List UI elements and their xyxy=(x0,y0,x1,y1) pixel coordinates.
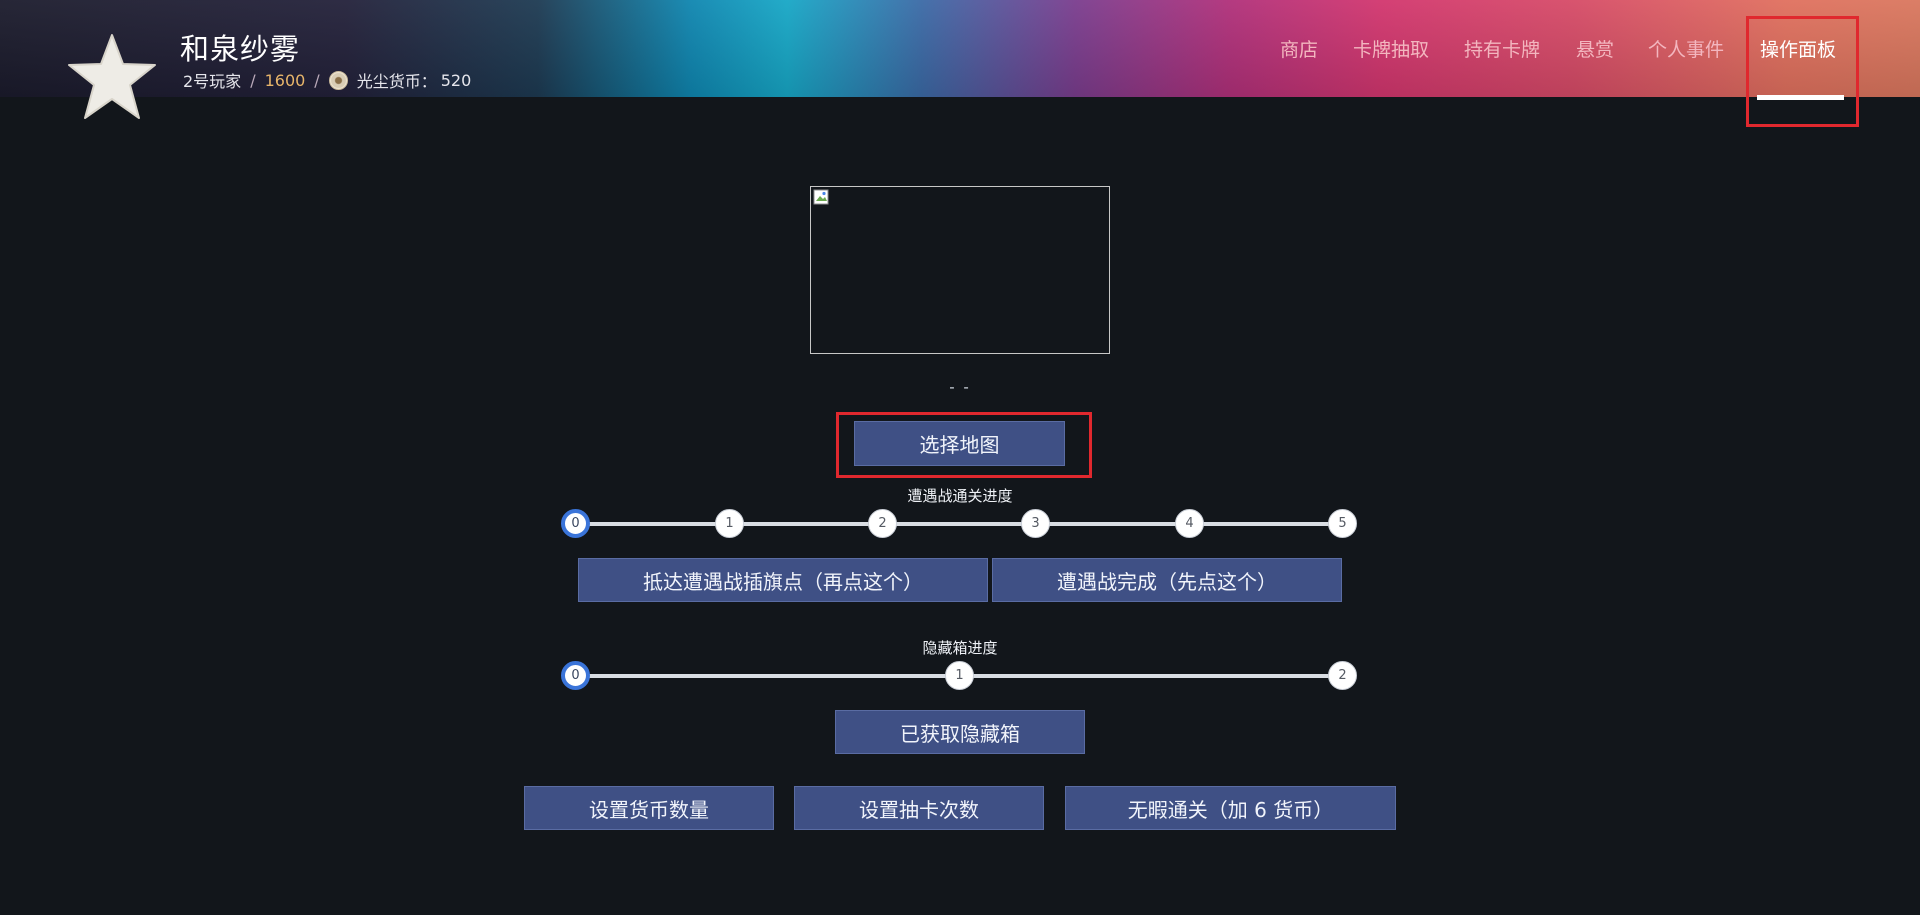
highlight-box-select-map xyxy=(836,412,1092,478)
encounter-complete-button[interactable]: 遭遇战完成（先点这个） xyxy=(992,558,1342,602)
arrive-encounter-flag-button[interactable]: 抵达遭遇战插旗点（再点这个） xyxy=(578,558,988,602)
encounter-step-4[interactable]: 4 xyxy=(1175,509,1204,538)
encounter-step-2[interactable]: 2 xyxy=(868,509,897,538)
encounter-progress-track xyxy=(575,522,1343,526)
encounter-step-5[interactable]: 5 xyxy=(1328,509,1357,538)
player-name: 和泉纱雾 xyxy=(180,32,301,66)
encounter-step-0[interactable]: 0 xyxy=(561,509,590,538)
player-score: 1600 xyxy=(264,70,306,90)
star-avatar-icon[interactable] xyxy=(66,33,158,121)
player-rank: 2号玩家 xyxy=(183,72,242,91)
set-draw-count-button[interactable]: 设置抽卡次数 xyxy=(794,786,1044,830)
set-currency-button[interactable]: 设置货币数量 xyxy=(524,786,774,830)
nav-bounty[interactable]: 悬赏 xyxy=(1576,35,1614,62)
hidden-box-step-0[interactable]: 0 xyxy=(561,661,590,690)
coin-icon xyxy=(328,70,348,90)
map-name: - - xyxy=(949,378,971,396)
nav-card-draw[interactable]: 卡牌抽取 xyxy=(1353,35,1429,62)
hidden-box-obtained-button[interactable]: 已获取隐藏箱 xyxy=(835,710,1085,754)
currency-value: 520 xyxy=(440,70,472,90)
nav-owned-cards[interactable]: 持有卡牌 xyxy=(1464,35,1540,62)
separator: / xyxy=(250,70,256,90)
encounter-progress-label: 遭遇战通关进度 xyxy=(907,487,1013,505)
encounter-step-3[interactable]: 3 xyxy=(1021,509,1050,538)
hidden-box-progress-label: 隐藏箱进度 xyxy=(922,639,998,657)
hidden-box-step-2[interactable]: 2 xyxy=(1328,661,1357,690)
separator: / xyxy=(314,70,320,90)
hidden-box-step-1[interactable]: 1 xyxy=(945,661,974,690)
flawless-clear-button[interactable]: 无暇通关（加 6 货币） xyxy=(1065,786,1396,830)
encounter-step-1[interactable]: 1 xyxy=(715,509,744,538)
currency-label: 光尘货币： xyxy=(356,72,437,91)
nav-shop[interactable]: 商店 xyxy=(1280,35,1318,62)
highlight-box-nav xyxy=(1746,16,1859,127)
broken-image-icon xyxy=(813,189,829,205)
nav-personal-events[interactable]: 个人事件 xyxy=(1648,35,1724,62)
map-image xyxy=(810,186,1110,354)
player-info: 2号玩家 / 1600 / 光尘货币： 520 xyxy=(183,68,471,92)
